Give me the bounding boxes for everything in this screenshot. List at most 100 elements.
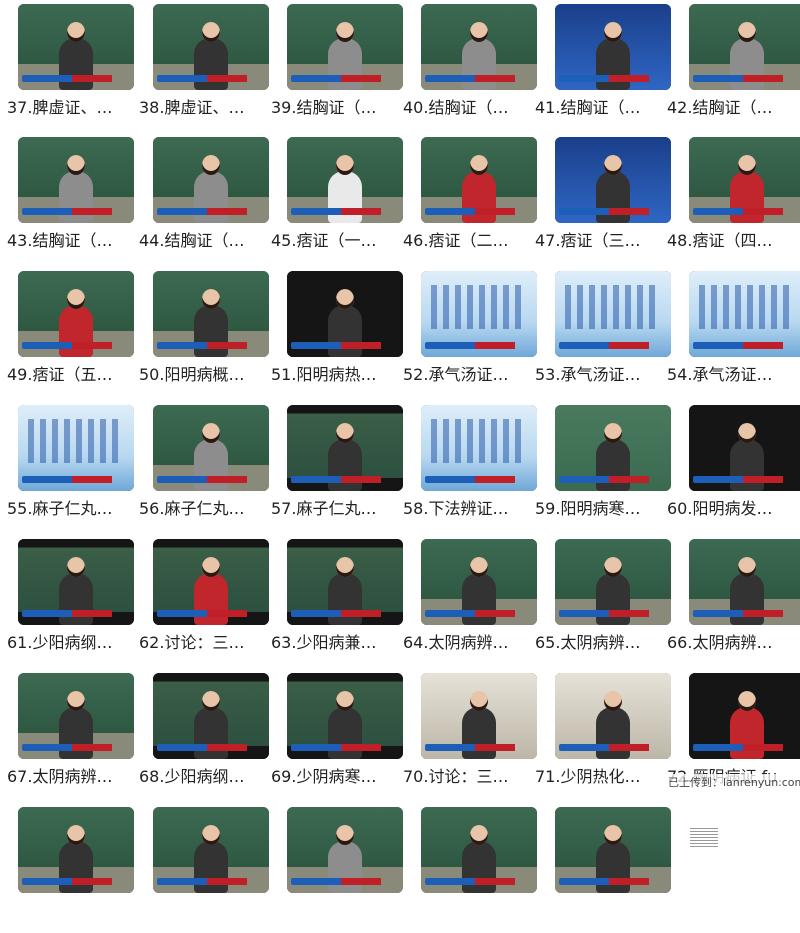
video-title[interactable]: 71.少阴热化… <box>535 765 653 789</box>
video-thumbnail[interactable] <box>421 539 537 625</box>
video-card[interactable]: 40.结胸证（… <box>396 0 537 130</box>
video-title[interactable]: 63.少阳病兼… <box>271 631 389 655</box>
video-thumbnail[interactable] <box>153 673 269 759</box>
video-thumbnail[interactable] <box>555 807 671 893</box>
video-thumbnail[interactable] <box>689 4 800 90</box>
video-card[interactable]: 51.阳明病热… <box>264 267 403 397</box>
video-title[interactable]: 62.讨论：三… <box>139 631 257 655</box>
video-thumbnail[interactable] <box>153 137 269 223</box>
video-title[interactable]: 54.承气汤证… <box>667 363 785 387</box>
video-title[interactable]: 47.痞证（三… <box>535 229 653 253</box>
video-title[interactable]: 38.脾虚证、… <box>139 96 257 120</box>
video-title[interactable]: 56.麻子仁丸… <box>139 497 257 521</box>
video-card[interactable]: 47.痞证（三… <box>528 133 671 263</box>
video-title[interactable]: 43.结胸证（… <box>7 229 125 253</box>
video-card[interactable]: 52.承气汤证… <box>396 267 537 397</box>
video-thumbnail[interactable] <box>287 4 403 90</box>
video-title[interactable]: 46.痞证（二… <box>403 229 521 253</box>
video-card[interactable]: 64.太阴病辨… <box>396 535 537 665</box>
video-title[interactable]: 40.结胸证（… <box>403 96 521 120</box>
video-thumbnail[interactable] <box>18 4 134 90</box>
video-card[interactable]: 39.结胸证（… <box>264 0 403 130</box>
video-title[interactable]: 66.太阴病辨… <box>667 631 785 655</box>
video-thumbnail[interactable] <box>689 271 800 357</box>
video-title[interactable]: 69.少阴病寒… <box>271 765 389 789</box>
video-title[interactable]: 42.结胸证（… <box>667 96 785 120</box>
video-thumbnail[interactable] <box>421 4 537 90</box>
video-thumbnail[interactable] <box>18 539 134 625</box>
video-card[interactable]: 65.太阴病辨… <box>528 535 671 665</box>
video-thumbnail[interactable] <box>421 405 537 491</box>
video-thumbnail[interactable] <box>689 673 800 759</box>
video-title[interactable]: 53.承气汤证… <box>535 363 653 387</box>
video-thumbnail[interactable] <box>421 137 537 223</box>
video-title[interactable]: 68.少阳病纲… <box>139 765 257 789</box>
video-thumbnail[interactable] <box>421 673 537 759</box>
video-card[interactable]: 54.承气汤证… <box>660 267 800 397</box>
video-thumbnail[interactable] <box>555 137 671 223</box>
video-title[interactable]: 37.脾虚证、… <box>7 96 125 120</box>
video-card[interactable]: 46.痞证（二… <box>396 133 537 263</box>
video-title[interactable]: 55.麻子仁丸… <box>7 497 125 521</box>
video-title[interactable]: 59.阳明病寒… <box>535 497 653 521</box>
video-thumbnail[interactable] <box>153 271 269 357</box>
video-card[interactable]: 58.下法辨证… <box>396 401 537 531</box>
video-title[interactable]: 48.痞证（四… <box>667 229 785 253</box>
video-thumbnail[interactable] <box>18 137 134 223</box>
video-card[interactable]: 44.结胸证（… <box>132 133 269 263</box>
video-title[interactable]: 70.讨论：三… <box>403 765 521 789</box>
video-title[interactable]: 41.结胸证（… <box>535 96 653 120</box>
video-thumbnail[interactable] <box>421 807 537 893</box>
video-thumbnail[interactable] <box>555 4 671 90</box>
video-card[interactable] <box>528 803 671 933</box>
video-card[interactable]: 37.脾虚证、… <box>0 0 134 130</box>
video-card[interactable]: 62.讨论：三… <box>132 535 269 665</box>
video-card[interactable]: 70.讨论：三… <box>396 669 537 799</box>
video-thumbnail[interactable] <box>555 405 671 491</box>
video-card[interactable]: 53.承气汤证… <box>528 267 671 397</box>
video-title[interactable]: 50.阳明病概… <box>139 363 257 387</box>
video-thumbnail[interactable] <box>287 137 403 223</box>
video-title[interactable]: 52.承气汤证… <box>403 363 521 387</box>
video-thumbnail[interactable] <box>555 271 671 357</box>
video-thumbnail[interactable] <box>421 271 537 357</box>
video-title[interactable]: 51.阳明病热… <box>271 363 389 387</box>
video-title[interactable] <box>403 899 521 923</box>
video-card[interactable]: 60.阳明病发… <box>660 401 800 531</box>
video-thumbnail[interactable] <box>287 807 403 893</box>
video-title[interactable] <box>7 899 125 923</box>
video-title[interactable] <box>535 899 653 923</box>
video-thumbnail[interactable] <box>287 271 403 357</box>
video-card[interactable] <box>0 803 134 933</box>
video-title[interactable]: 65.太阴病辨… <box>535 631 653 655</box>
video-thumbnail[interactable] <box>689 405 800 491</box>
video-thumbnail[interactable] <box>689 539 800 625</box>
video-card[interactable]: 42.结胸证（… <box>660 0 800 130</box>
video-card[interactable]: 56.麻子仁丸… <box>132 401 269 531</box>
video-card[interactable]: 68.少阳病纲… <box>132 669 269 799</box>
video-thumbnail[interactable] <box>153 4 269 90</box>
video-title[interactable]: 57.麻子仁丸… <box>271 497 389 521</box>
video-card[interactable]: 57.麻子仁丸… <box>264 401 403 531</box>
video-card[interactable]: 69.少阴病寒… <box>264 669 403 799</box>
video-title[interactable] <box>271 899 389 923</box>
video-card[interactable]: 48.痞证（四… <box>660 133 800 263</box>
video-thumbnail[interactable] <box>287 539 403 625</box>
video-thumbnail[interactable] <box>287 405 403 491</box>
video-card[interactable]: 61.少阳病纲… <box>0 535 134 665</box>
video-card[interactable] <box>264 803 403 933</box>
video-title[interactable]: 45.痞证（一… <box>271 229 389 253</box>
video-thumbnail[interactable] <box>18 673 134 759</box>
video-title[interactable] <box>139 899 257 923</box>
video-card[interactable]: 67.太阴病辨… <box>0 669 134 799</box>
video-thumbnail[interactable] <box>555 539 671 625</box>
video-title[interactable]: 44.结胸证（… <box>139 229 257 253</box>
video-card[interactable] <box>396 803 537 933</box>
video-card[interactable]: 45.痞证（一… <box>264 133 403 263</box>
video-thumbnail[interactable] <box>153 405 269 491</box>
video-thumbnail[interactable] <box>287 673 403 759</box>
video-title[interactable]: 49.痞证（五… <box>7 363 125 387</box>
video-thumbnail[interactable] <box>689 137 800 223</box>
video-thumbnail[interactable] <box>18 271 134 357</box>
video-card[interactable]: 50.阳明病概… <box>132 267 269 397</box>
